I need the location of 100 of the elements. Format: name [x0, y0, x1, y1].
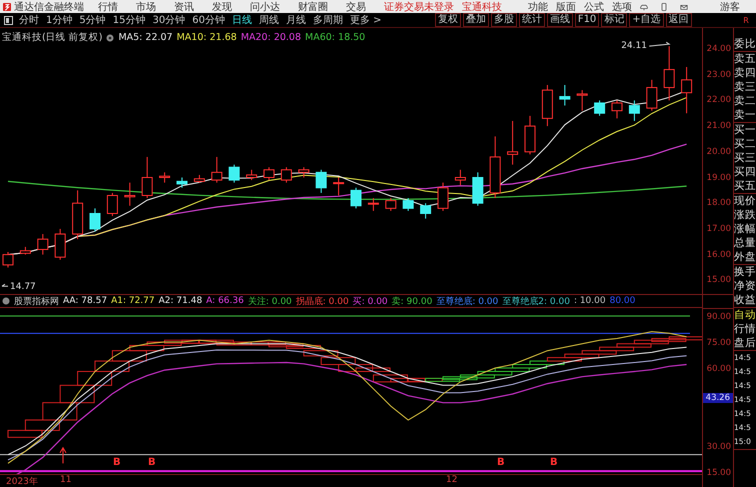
stock-title: 宝通科技(日线 前复权) [2, 31, 102, 44]
indicator-axis-label: 75.00 [706, 338, 731, 348]
stock-link[interactable]: 宝通科技 [462, 0, 502, 14]
menu-item[interactable]: 功能 [528, 0, 548, 14]
mode-toggle[interactable]: 自动 [734, 308, 756, 322]
price-axis-label: 16.00 [706, 250, 731, 260]
candlestick [576, 90, 588, 112]
quote-label: 卖五 [734, 52, 756, 66]
indicator-value: 买: 0.00 [352, 296, 388, 308]
period-tab[interactable]: 日线 [232, 13, 252, 27]
more-menu[interactable]: 更多 > [350, 13, 382, 27]
ma-legend-item: MA60: 18.50 [305, 32, 366, 43]
indicator-value: A: 66.36 [206, 296, 244, 306]
toolbar-button[interactable]: 画线 [546, 13, 573, 27]
candlestick [159, 172, 170, 184]
toolbar-button[interactable]: +自选 [629, 13, 664, 27]
candlestick [54, 228, 66, 260]
price-axis-label: 23.00 [706, 70, 731, 80]
period-tab[interactable]: 月线 [286, 13, 306, 27]
mode-toggle[interactable]: 盘后 [734, 336, 756, 350]
candlestick [612, 100, 622, 119]
price-axis-label: 18.00 [706, 198, 731, 208]
quote-label: 委比 [734, 37, 756, 51]
candlestick [402, 198, 414, 212]
quote-label: 外盘 [734, 250, 756, 264]
toolbar-button[interactable]: 复权 [434, 13, 461, 27]
candlestick [454, 169, 466, 186]
price-axis-label: 17.00 [706, 224, 731, 234]
candlestick [438, 182, 448, 212]
candlestick [559, 84, 570, 106]
gear-icon[interactable] [106, 34, 114, 42]
candlestick [524, 115, 536, 155]
menu-item[interactable]: 公式 [584, 0, 604, 14]
candlestick [368, 198, 379, 212]
toolbar-button[interactable]: 叠加 [462, 13, 489, 27]
candlestick [490, 136, 501, 199]
menu-item[interactable]: 选项 [612, 0, 632, 14]
phone-icon[interactable] [660, 2, 668, 12]
panel-toggle-icon[interactable] [4, 16, 13, 24]
period-tab[interactable]: 15分钟 [112, 13, 146, 27]
quote-label: 卖三 [734, 80, 756, 94]
price-axis-label: 21.00 [706, 121, 731, 132]
menu-item[interactable]: 版面 [556, 0, 576, 14]
indicator-axis-label: 90.00 [706, 312, 731, 322]
app-title: 通达信金融终端 [14, 0, 84, 14]
indicator-value: : 10.00 [574, 296, 606, 306]
candlestick [176, 177, 188, 188]
toolbar-button[interactable]: 多股 [490, 13, 517, 27]
quote-label: 换手 [734, 265, 756, 279]
user-label[interactable]: 游客 [720, 0, 740, 14]
toolbar-button[interactable]: 统计 [518, 13, 545, 27]
indicator-value: 拐晶底: 0.00 [296, 296, 349, 308]
quote-label: 净资 [734, 279, 756, 293]
candlestick [420, 202, 432, 220]
candlestick [246, 169, 258, 181]
period-tab[interactable]: 周线 [258, 13, 279, 27]
price-axis-label: 15.00 [706, 275, 731, 286]
candlestick [333, 177, 344, 196]
mode-toggle[interactable]: 行情 [734, 322, 756, 336]
ma-legend-item: MA5: 22.07 [118, 32, 173, 43]
candlestick [20, 246, 31, 256]
candlestick [2, 252, 14, 268]
candlestick [628, 100, 640, 122]
candlestick [90, 208, 100, 232]
quote-label: 买五 [734, 179, 756, 193]
indicator-axis-label: 43.26 [702, 393, 733, 404]
menu-item[interactable]: 发现 [212, 0, 232, 14]
period-tab[interactable]: 1分钟 [46, 13, 72, 27]
toolbar-button[interactable]: 返回 [666, 13, 692, 27]
candlestick [124, 182, 136, 206]
corner-label: R [742, 16, 750, 24]
menu-item[interactable]: 行情 [98, 0, 118, 14]
login-notice: 证券交易未登录 [384, 0, 454, 14]
quote-label: 买三 [734, 151, 756, 165]
arrow-icon [2, 284, 8, 287]
menu-item[interactable]: 问小达 [250, 0, 280, 14]
indicator-icon[interactable] [2, 297, 10, 305]
candlestick [280, 166, 292, 184]
toolbar-button[interactable]: F10 [574, 13, 600, 27]
ma-legend-item: MA10: 21.68 [176, 32, 237, 43]
toolbar-button[interactable]: 标记 [601, 13, 628, 27]
candlestick [507, 120, 518, 166]
candlestick [106, 192, 118, 217]
period-tab[interactable]: 60分钟 [192, 13, 225, 27]
ma-legend-item: MA20: 20.08 [240, 32, 302, 43]
quote-label: 涨跌 [734, 208, 756, 222]
candlestick [542, 84, 553, 127]
menu-item[interactable]: 交易 [346, 0, 366, 14]
period-tab[interactable]: 30分钟 [152, 13, 186, 27]
price-axis-label: 24.00 [706, 44, 731, 54]
menu-item[interactable]: 市场 [136, 0, 156, 14]
candlestick [228, 164, 240, 184]
menu-item[interactable]: 资讯 [174, 0, 194, 14]
indicator-value: A2: 71.48 [158, 296, 202, 306]
candlestick [211, 156, 222, 184]
menu-item[interactable]: 财富圈 [298, 0, 328, 14]
period-tab[interactable]: 多周期 [312, 13, 343, 27]
period-tab[interactable]: 分时 [19, 13, 39, 27]
period-tab[interactable]: 5分钟 [79, 13, 106, 27]
candlestick [646, 79, 658, 112]
